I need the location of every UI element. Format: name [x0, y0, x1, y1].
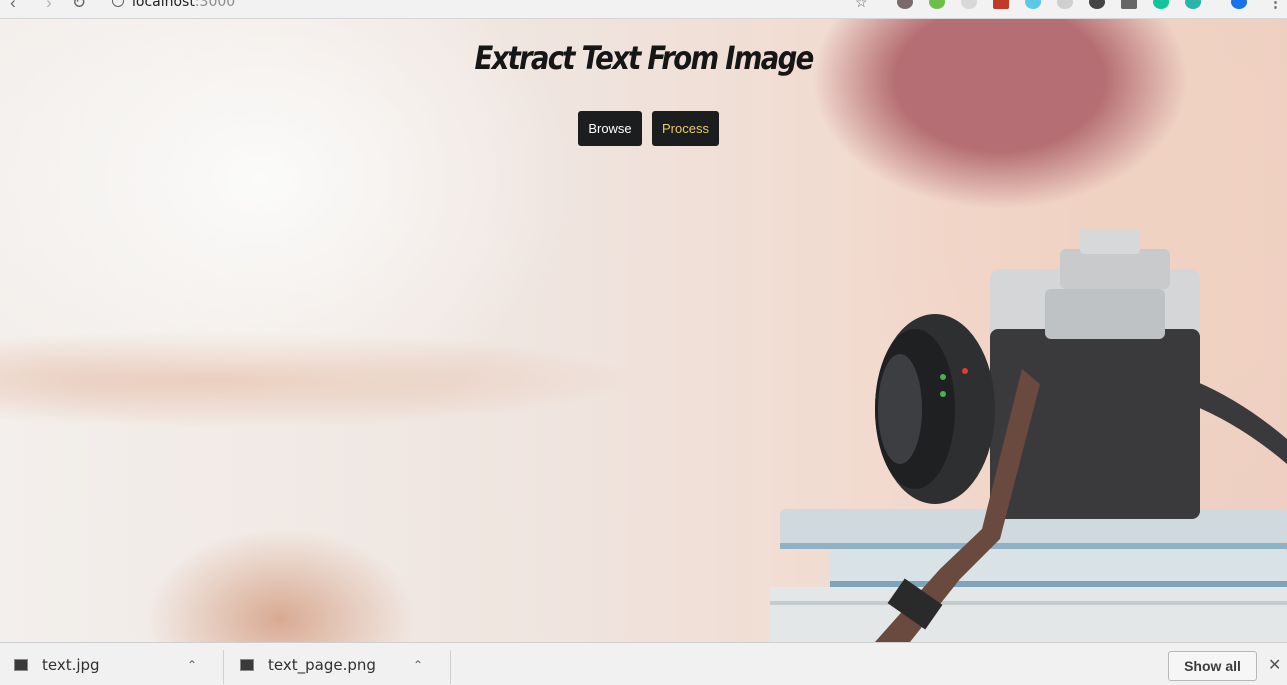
close-icon[interactable]: ✕ [1268, 655, 1281, 675]
extension-icon[interactable] [961, 0, 977, 9]
profile-avatar-icon[interactable] [1231, 0, 1247, 9]
url-host: localhost [132, 0, 195, 10]
divider [450, 650, 451, 684]
url-port: :3000 [194, 0, 236, 10]
download-filename: text.jpg [42, 655, 100, 674]
page-title: Extract Text From Image [474, 39, 814, 77]
extension-icon[interactable] [1185, 0, 1201, 9]
info-icon[interactable] [112, 0, 124, 7]
extension-icon[interactable] [1089, 0, 1105, 9]
file-icon [14, 658, 28, 671]
extension-icon[interactable] [1057, 0, 1073, 9]
bookmark-star-icon[interactable]: ☆ [855, 0, 868, 11]
file-icon [240, 658, 254, 671]
extension-icon[interactable] [1025, 0, 1041, 9]
forward-icon[interactable]: › [40, 0, 58, 12]
reload-icon[interactable]: ↻ [70, 0, 88, 12]
download-filename: text_page.png [268, 655, 376, 674]
address-bar[interactable]: localhost:3000 [112, 0, 235, 10]
grammarly-icon[interactable] [1153, 0, 1169, 9]
action-buttons: Browse Process [578, 111, 719, 146]
kebab-menu-icon[interactable]: ⋮ [1268, 0, 1283, 11]
camera-background-image [770, 229, 1287, 642]
chevron-up-icon[interactable]: ⌃ [182, 658, 202, 672]
page-viewport: Extract Text From Image Browse Process [0, 19, 1287, 642]
browser-toolbar: ‹ › ↻ localhost:3000 ☆ ⋮ [0, 0, 1287, 19]
extension-icon[interactable] [993, 0, 1009, 9]
browse-button[interactable]: Browse [578, 111, 642, 146]
download-item[interactable]: text.jpg ⌃ [0, 643, 202, 685]
process-button[interactable]: Process [652, 111, 719, 146]
divider [223, 650, 224, 684]
back-icon[interactable]: ‹ [4, 0, 22, 12]
show-all-button[interactable]: Show all [1168, 651, 1257, 681]
extension-icon[interactable] [929, 0, 945, 9]
chevron-up-icon[interactable]: ⌃ [408, 658, 428, 672]
download-item[interactable]: text_page.png ⌃ [226, 643, 428, 685]
extension-icon[interactable] [897, 0, 913, 9]
downloads-shelf: text.jpg ⌃ text_page.png ⌃ Show all ✕ [0, 642, 1287, 685]
extension-icon[interactable] [1121, 0, 1137, 9]
